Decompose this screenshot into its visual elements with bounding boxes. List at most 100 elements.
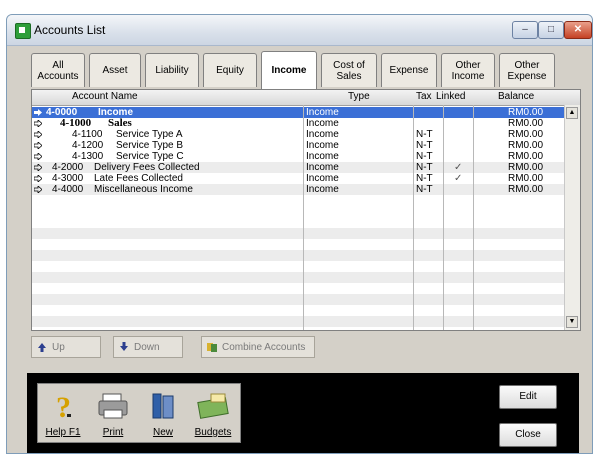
detail-arrow-icon[interactable] [34, 164, 42, 171]
column-balance[interactable]: Balance [498, 91, 534, 102]
down-arrow-icon [120, 342, 128, 351]
column-tax[interactable]: Tax [416, 91, 432, 102]
account-number: 4-2000 [52, 162, 84, 173]
account-type: Income [306, 184, 339, 195]
column-divider [473, 105, 474, 330]
account-name: Late Fees Collected [94, 173, 183, 184]
table-row[interactable]: 4-4000 Miscellaneous Income Income N-T R… [32, 184, 564, 195]
account-tax: N-T [416, 140, 433, 151]
column-divider [443, 105, 444, 330]
detail-arrow-icon[interactable] [34, 120, 42, 127]
close-button[interactable]: Close [499, 423, 557, 447]
bottom-bar: ? Help F1 Print New Budgets Edit Close [27, 373, 579, 453]
column-account-name[interactable]: Account Name [72, 91, 138, 102]
account-type: Income [306, 118, 339, 129]
account-balance: RM0.00 [508, 107, 544, 118]
account-type: Income [306, 107, 339, 118]
account-tax: N-T [416, 129, 433, 140]
combine-accounts-label: Combine Accounts [222, 341, 306, 353]
help-question-icon: ? [56, 391, 71, 422]
down-button-label: Down [134, 341, 160, 353]
column-divider [413, 105, 414, 330]
printer-icon [98, 393, 128, 419]
detail-arrow-icon[interactable] [34, 175, 42, 182]
toolbar: ? Help F1 Print New Budgets [37, 383, 241, 443]
table-row[interactable]: 4-1000 Sales Income RM0.00 [32, 118, 564, 129]
empty-row-stripe [32, 294, 564, 305]
detail-arrow-icon[interactable] [34, 142, 42, 149]
title-bar[interactable]: Accounts List – □ ✕ [7, 15, 592, 46]
detail-arrow-icon[interactable] [34, 109, 42, 116]
account-name: Delivery Fees Collected [94, 162, 200, 173]
tab-expense[interactable]: Expense [381, 53, 437, 87]
minimize-button[interactable]: – [512, 21, 538, 39]
account-tax: N-T [416, 162, 433, 173]
detail-arrow-icon[interactable] [34, 153, 42, 160]
account-name: Miscellaneous Income [94, 184, 193, 195]
vertical-scrollbar[interactable]: ▲ ▼ [564, 105, 580, 330]
detail-arrow-icon[interactable] [34, 131, 42, 138]
table-row[interactable]: 4-1200 Service Type B Income N-T RM0.00 [32, 140, 564, 151]
account-balance: RM0.00 [508, 162, 544, 173]
combine-icon [207, 343, 217, 352]
down-button[interactable]: Down [113, 336, 183, 358]
tab-all-accounts[interactable]: All Accounts [31, 53, 85, 87]
tab-income[interactable]: Income [261, 51, 317, 89]
account-balance: RM0.00 [508, 118, 544, 129]
close-window-button[interactable]: ✕ [564, 21, 592, 39]
account-balance: RM0.00 [508, 140, 544, 151]
account-tax: N-T [416, 151, 433, 162]
account-number: 4-1000 [60, 117, 92, 129]
table-row[interactable]: 4-2000 Delivery Fees Collected Income N-… [32, 162, 564, 173]
tab-other-expense[interactable]: Other Expense [499, 53, 555, 87]
up-arrow-icon [38, 343, 46, 352]
account-name: Service Type C [116, 151, 184, 162]
tab-cost-of-sales[interactable]: Cost of Sales [321, 53, 377, 87]
combine-accounts-button[interactable]: Combine Accounts [201, 336, 315, 358]
account-number: 4-1200 [72, 140, 104, 151]
table-row[interactable]: 4-3000 Late Fees Collected Income N-T ✓ … [32, 173, 564, 184]
table-row[interactable]: 4-1300 Service Type C Income N-T RM0.00 [32, 151, 564, 162]
account-balance: RM0.00 [508, 173, 544, 184]
column-type[interactable]: Type [348, 91, 370, 102]
linked-check-icon: ✓ [454, 162, 463, 173]
account-type: Income [306, 129, 339, 140]
help-button[interactable]: ? Help F1 [40, 386, 86, 440]
budgets-label: Budgets [194, 427, 232, 438]
svg-text:?: ? [56, 391, 71, 422]
account-name: Service Type A [116, 129, 183, 140]
account-type: Income [306, 173, 339, 184]
account-type-tabs: All Accounts Asset Liability Equity Inco… [31, 51, 587, 89]
empty-row-stripe [32, 250, 564, 261]
table-row[interactable]: 4-1100 Service Type A Income N-T RM0.00 [32, 129, 564, 140]
account-tax: N-T [416, 184, 433, 195]
account-type: Income [306, 162, 339, 173]
budgets-button[interactable]: Budgets [190, 386, 236, 440]
up-button[interactable]: Up [31, 336, 101, 358]
tab-asset[interactable]: Asset [89, 53, 141, 87]
empty-row-stripe [32, 272, 564, 283]
grid-header: Account Name Type Tax Linked Balance [32, 90, 580, 106]
account-balance: RM0.00 [508, 151, 544, 162]
scroll-down-icon[interactable]: ▼ [566, 316, 578, 328]
app-icon [15, 23, 31, 39]
print-label: Print [102, 427, 124, 438]
account-type: Income [306, 151, 339, 162]
help-label: Help F1 [45, 427, 81, 438]
print-button[interactable]: Print [90, 386, 136, 440]
scroll-up-icon[interactable]: ▲ [566, 107, 578, 119]
account-number: 4-1100 [72, 129, 103, 140]
account-name: Sales [108, 117, 132, 129]
new-button[interactable]: New [140, 386, 186, 440]
edit-button[interactable]: Edit [499, 385, 557, 409]
new-book-icon [152, 393, 174, 419]
tab-liability[interactable]: Liability [145, 53, 199, 87]
column-linked[interactable]: Linked [436, 91, 465, 102]
tab-equity[interactable]: Equity [203, 53, 257, 87]
tab-other-income[interactable]: Other Income [441, 53, 495, 87]
account-number: 4-3000 [52, 173, 84, 184]
maximize-button[interactable]: □ [538, 21, 564, 39]
detail-arrow-icon[interactable] [34, 186, 42, 193]
accounts-grid[interactable]: Account Name Type Tax Linked Balance 4-0… [31, 89, 581, 331]
account-number: 4-1300 [72, 151, 104, 162]
